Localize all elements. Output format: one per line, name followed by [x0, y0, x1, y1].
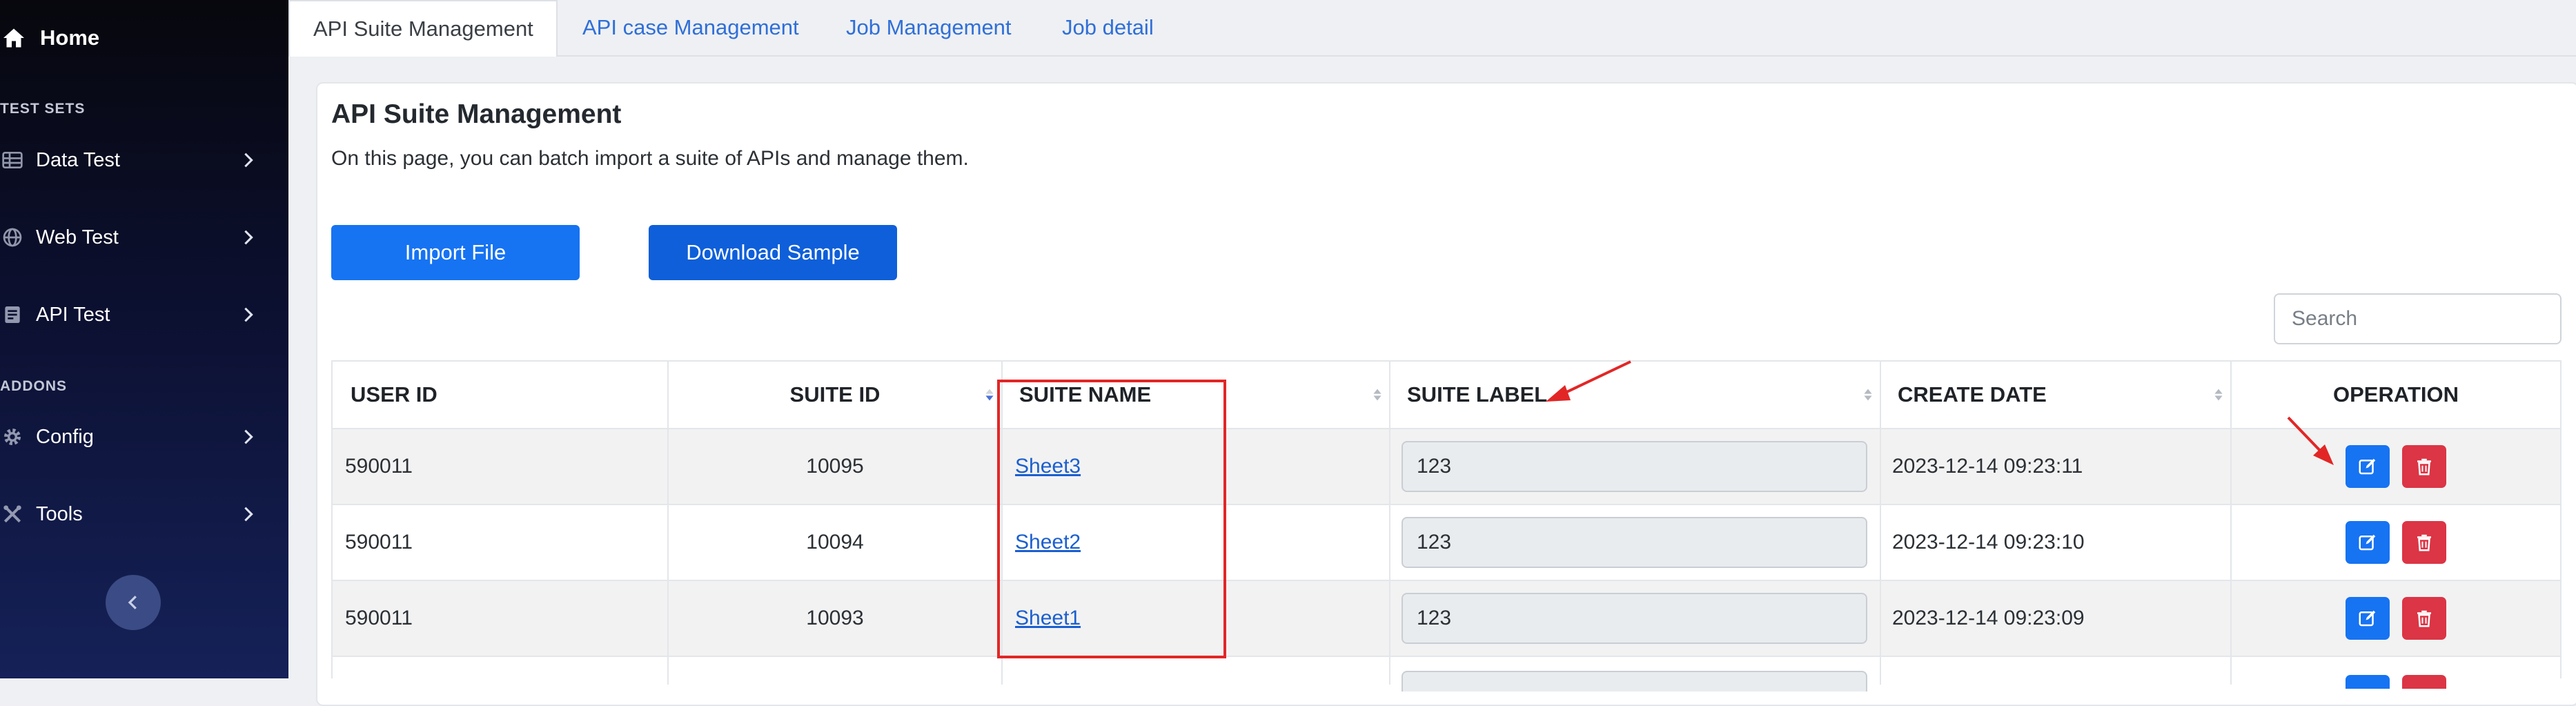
cell-user-id — [333, 657, 669, 685]
sidebar-item-tools[interactable]: Tools — [0, 493, 269, 535]
sidebar-item-label: Home — [40, 26, 100, 50]
sidebar-item-label: Config — [36, 425, 94, 448]
chevron-right-icon — [244, 507, 253, 522]
table-row: 590011 10094 Sheet2 2023-12-14 09:23:10 — [333, 505, 2560, 581]
table-row: 590011 10093 Sheet1 2023-12-14 09:23:09 — [333, 581, 2560, 657]
delete-button[interactable] — [2402, 675, 2446, 689]
sidebar-collapse-button[interactable] — [106, 575, 161, 630]
import-file-button[interactable]: Import File — [331, 225, 580, 280]
home-icon — [3, 28, 24, 48]
cell-create-date — [1881, 657, 2232, 685]
sort-icon — [1864, 389, 1872, 401]
suite-label-field[interactable] — [1402, 593, 1867, 644]
suite-label-field — [1402, 671, 1867, 692]
trash-icon — [2417, 458, 2431, 475]
edit-button[interactable] — [2346, 445, 2390, 488]
tab-job-detail[interactable]: Job detail — [1062, 0, 1154, 55]
tools-icon — [3, 505, 21, 523]
column-header-label: SUITE LABEL — [1407, 382, 1548, 406]
cell-suite-id: 10093 — [669, 581, 1003, 656]
edit-icon — [2359, 610, 2376, 627]
sidebar-item-label: Tools — [36, 502, 83, 525]
tab-api-suite-management[interactable]: API Suite Management — [288, 0, 558, 57]
sidebar-item-web-test[interactable]: Web Test — [0, 217, 269, 258]
tab-bar: API Suite Management API case Management… — [288, 0, 2576, 57]
cell-suite-label — [1390, 505, 1881, 580]
cell-operation — [2232, 505, 2560, 580]
sidebar-item-config[interactable]: Config — [0, 416, 269, 458]
page-title: API Suite Management — [331, 99, 622, 129]
sidebar-item-data-test[interactable]: Data Test — [0, 139, 269, 181]
table-icon — [2, 152, 23, 168]
edit-button[interactable] — [2346, 521, 2390, 564]
annotation-highlight-box — [997, 380, 1226, 658]
column-header-operation: OPERATION — [2232, 362, 2560, 428]
column-header-user-id[interactable]: USER ID — [333, 362, 669, 428]
column-header-label: USER ID — [351, 382, 437, 406]
download-sample-button[interactable]: Download Sample — [649, 225, 897, 280]
chevron-right-icon — [244, 429, 253, 444]
search-input[interactable] — [2274, 293, 2562, 344]
suite-label-field[interactable] — [1402, 441, 1867, 492]
cell-suite-label — [1390, 657, 1881, 692]
tab-api-case-management[interactable]: API case Management — [582, 0, 799, 55]
page-description: On this page, you can batch import a sui… — [331, 147, 969, 170]
column-header-label: SUITE ID — [789, 382, 881, 406]
chevron-right-icon — [244, 230, 253, 245]
table-header-row: USER ID SUITE ID SUITE NAME SUITE LABEL … — [333, 362, 2560, 429]
cell-user-id: 590011 — [333, 429, 669, 504]
cell-operation — [2232, 657, 2560, 689]
cell-suite-label — [1390, 581, 1881, 656]
sidebar: Home TEST SETS Data Test Web Test API Te… — [0, 0, 288, 678]
chevron-right-icon — [244, 153, 253, 168]
chevron-left-icon — [128, 596, 137, 609]
delete-button[interactable] — [2402, 597, 2446, 640]
column-header-label: OPERATION — [2333, 382, 2459, 406]
table-row — [333, 657, 2560, 692]
column-header-suite-label[interactable]: SUITE LABEL — [1390, 362, 1881, 428]
sidebar-item-home[interactable]: Home — [0, 21, 99, 55]
sidebar-item-api-test[interactable]: API Test — [0, 294, 269, 335]
sidebar-section-addons: ADDONS — [0, 378, 68, 394]
trash-icon — [2417, 610, 2431, 627]
delete-button[interactable] — [2402, 521, 2446, 564]
cell-user-id: 590011 — [333, 505, 669, 580]
chevron-right-icon — [244, 307, 253, 322]
sidebar-item-label: Data Test — [36, 148, 120, 171]
cell-create-date: 2023-12-14 09:23:10 — [1881, 505, 2232, 580]
cell-create-date: 2023-12-14 09:23:09 — [1881, 581, 2232, 656]
cell-suite-id: 10094 — [669, 505, 1003, 580]
globe-icon — [3, 228, 22, 247]
tab-job-management[interactable]: Job Management — [846, 0, 1012, 55]
sort-icon — [1373, 389, 1382, 401]
document-icon — [5, 306, 20, 323]
sort-icon — [2214, 389, 2223, 401]
table-row: 590011 10095 Sheet3 2023-12-14 09:23:11 — [333, 429, 2560, 505]
edit-icon — [2359, 534, 2376, 551]
column-header-label: CREATE DATE — [1898, 382, 2047, 406]
sidebar-item-label: Web Test — [36, 226, 119, 248]
cell-suite-id: 10095 — [669, 429, 1003, 504]
edit-button[interactable] — [2346, 597, 2390, 640]
edit-button[interactable] — [2346, 675, 2390, 689]
gear-icon — [4, 429, 21, 445]
cell-create-date: 2023-12-14 09:23:11 — [1881, 429, 2232, 504]
column-header-create-date[interactable]: CREATE DATE — [1881, 362, 2232, 428]
cell-operation — [2232, 581, 2560, 656]
trash-icon — [2417, 534, 2431, 551]
sort-desc-icon — [985, 389, 994, 401]
column-header-suite-id[interactable]: SUITE ID — [669, 362, 1003, 428]
sidebar-item-label: API Test — [36, 303, 110, 326]
edit-icon — [2359, 458, 2376, 475]
cell-operation — [2232, 429, 2560, 504]
cell-suite-label — [1390, 429, 1881, 504]
delete-button[interactable] — [2402, 445, 2446, 488]
suite-label-field[interactable] — [1402, 517, 1867, 568]
cell-suite-name — [1003, 657, 1390, 685]
suite-table: USER ID SUITE ID SUITE NAME SUITE LABEL … — [331, 360, 2562, 692]
sidebar-section-test-sets: TEST SETS — [0, 101, 86, 117]
cell-suite-id — [669, 657, 1003, 685]
cell-user-id: 590011 — [333, 581, 669, 656]
